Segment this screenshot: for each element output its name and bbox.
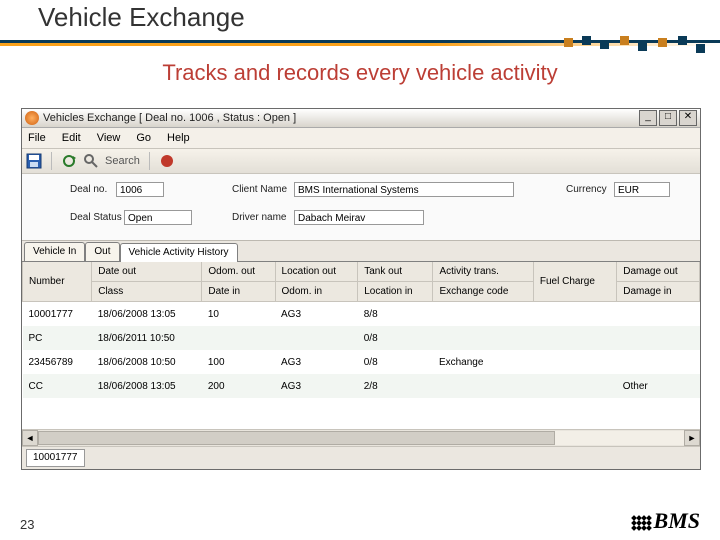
deal-status-field[interactable]: Open [124, 210, 192, 225]
currency-label: Currency [566, 184, 607, 195]
bms-logo: BMS [632, 508, 700, 534]
search-icon[interactable] [83, 153, 99, 169]
col-location-out[interactable]: Location out [275, 262, 358, 282]
close-button[interactable]: ✕ [679, 110, 697, 126]
app-footer: 10001777 [22, 446, 700, 469]
tab-out[interactable]: Out [85, 242, 119, 261]
minimize-button[interactable]: _ [639, 110, 657, 126]
tab-vehicle-activity-history[interactable]: Vehicle Activity History [120, 243, 238, 262]
driver-name-label: Driver name [232, 212, 286, 223]
horizontal-scrollbar[interactable]: ◄ ► [22, 429, 700, 446]
scroll-thumb[interactable] [38, 431, 555, 445]
activity-grid[interactable]: Number Date out Odom. out Location out T… [22, 262, 700, 398]
currency-field[interactable]: EUR [614, 182, 670, 197]
app-icon [25, 111, 39, 125]
scroll-left-arrow[interactable]: ◄ [22, 430, 38, 446]
search-label: Search [105, 155, 140, 167]
refresh-icon[interactable] [61, 153, 77, 169]
client-name-field[interactable]: BMS International Systems [294, 182, 514, 197]
toolbar: Search [22, 149, 700, 174]
client-name-label: Client Name [232, 184, 287, 195]
tab-vehicle-in[interactable]: Vehicle In [24, 242, 85, 261]
col-location-in[interactable]: Location in [358, 282, 433, 302]
menu-help[interactable]: Help [167, 132, 190, 144]
page-title: Vehicle Exchange [38, 2, 245, 33]
save-icon[interactable] [26, 153, 42, 169]
menu-view[interactable]: View [97, 132, 121, 144]
menubar: File Edit View Go Help [22, 128, 700, 149]
stop-icon[interactable] [159, 153, 175, 169]
scroll-right-arrow[interactable]: ► [684, 430, 700, 446]
form-area: Deal no. 1006 Deal Status Open Client Na… [22, 174, 700, 241]
col-odom-in[interactable]: Odom. in [275, 282, 358, 302]
maximize-button[interactable]: □ [659, 110, 677, 126]
app-window: Vehicles Exchange [ Deal no. 1006 , Stat… [21, 108, 701, 470]
deal-no-field[interactable]: 1006 [116, 182, 164, 197]
footer-selection: 10001777 [26, 449, 85, 467]
col-activity-trans[interactable]: Activity trans. [433, 262, 533, 282]
driver-name-field[interactable]: Dabach Meirav [294, 210, 424, 225]
deal-no-label: Deal no. [70, 184, 107, 195]
col-fuel-charge[interactable]: Fuel Charge [533, 262, 616, 302]
table-row[interactable]: CC18/06/2008 13:05200AG32/8Other [23, 374, 700, 398]
menu-edit[interactable]: Edit [62, 132, 81, 144]
col-damage-in[interactable]: Damage in [617, 282, 700, 302]
table-row[interactable]: PC18/06/2011 10:500/8 [23, 326, 700, 350]
decorative-squares [560, 36, 720, 60]
logo-icon [632, 516, 651, 530]
col-damage-out[interactable]: Damage out [617, 262, 700, 282]
col-tank-out[interactable]: Tank out [358, 262, 433, 282]
menu-go[interactable]: Go [136, 132, 151, 144]
page-number: 23 [20, 517, 34, 532]
col-class[interactable]: Class [92, 282, 202, 302]
app-window-title: Vehicles Exchange [ Deal no. 1006 , Stat… [43, 112, 637, 124]
scroll-track[interactable] [38, 431, 684, 445]
col-odom-out[interactable]: Odom. out [202, 262, 275, 282]
col-date-out[interactable]: Date out [92, 262, 202, 282]
table-row[interactable]: 2345678918/06/2008 10:50100AG30/8Exchang… [23, 350, 700, 374]
col-date-in[interactable]: Date in [202, 282, 275, 302]
col-exchange-code[interactable]: Exchange code [433, 282, 533, 302]
app-titlebar: Vehicles Exchange [ Deal no. 1006 , Stat… [22, 109, 700, 128]
table-row[interactable]: 1000177718/06/2008 13:0510AG38/8 [23, 302, 700, 327]
menu-file[interactable]: File [28, 132, 46, 144]
grid-area: Number Date out Odom. out Location out T… [22, 262, 700, 446]
col-number[interactable]: Number [23, 262, 92, 302]
subtitle: Tracks and records every vehicle activit… [0, 60, 720, 86]
deal-status-label: Deal Status [70, 212, 122, 223]
tab-strip: Vehicle In Out Vehicle Activity History [22, 241, 700, 262]
